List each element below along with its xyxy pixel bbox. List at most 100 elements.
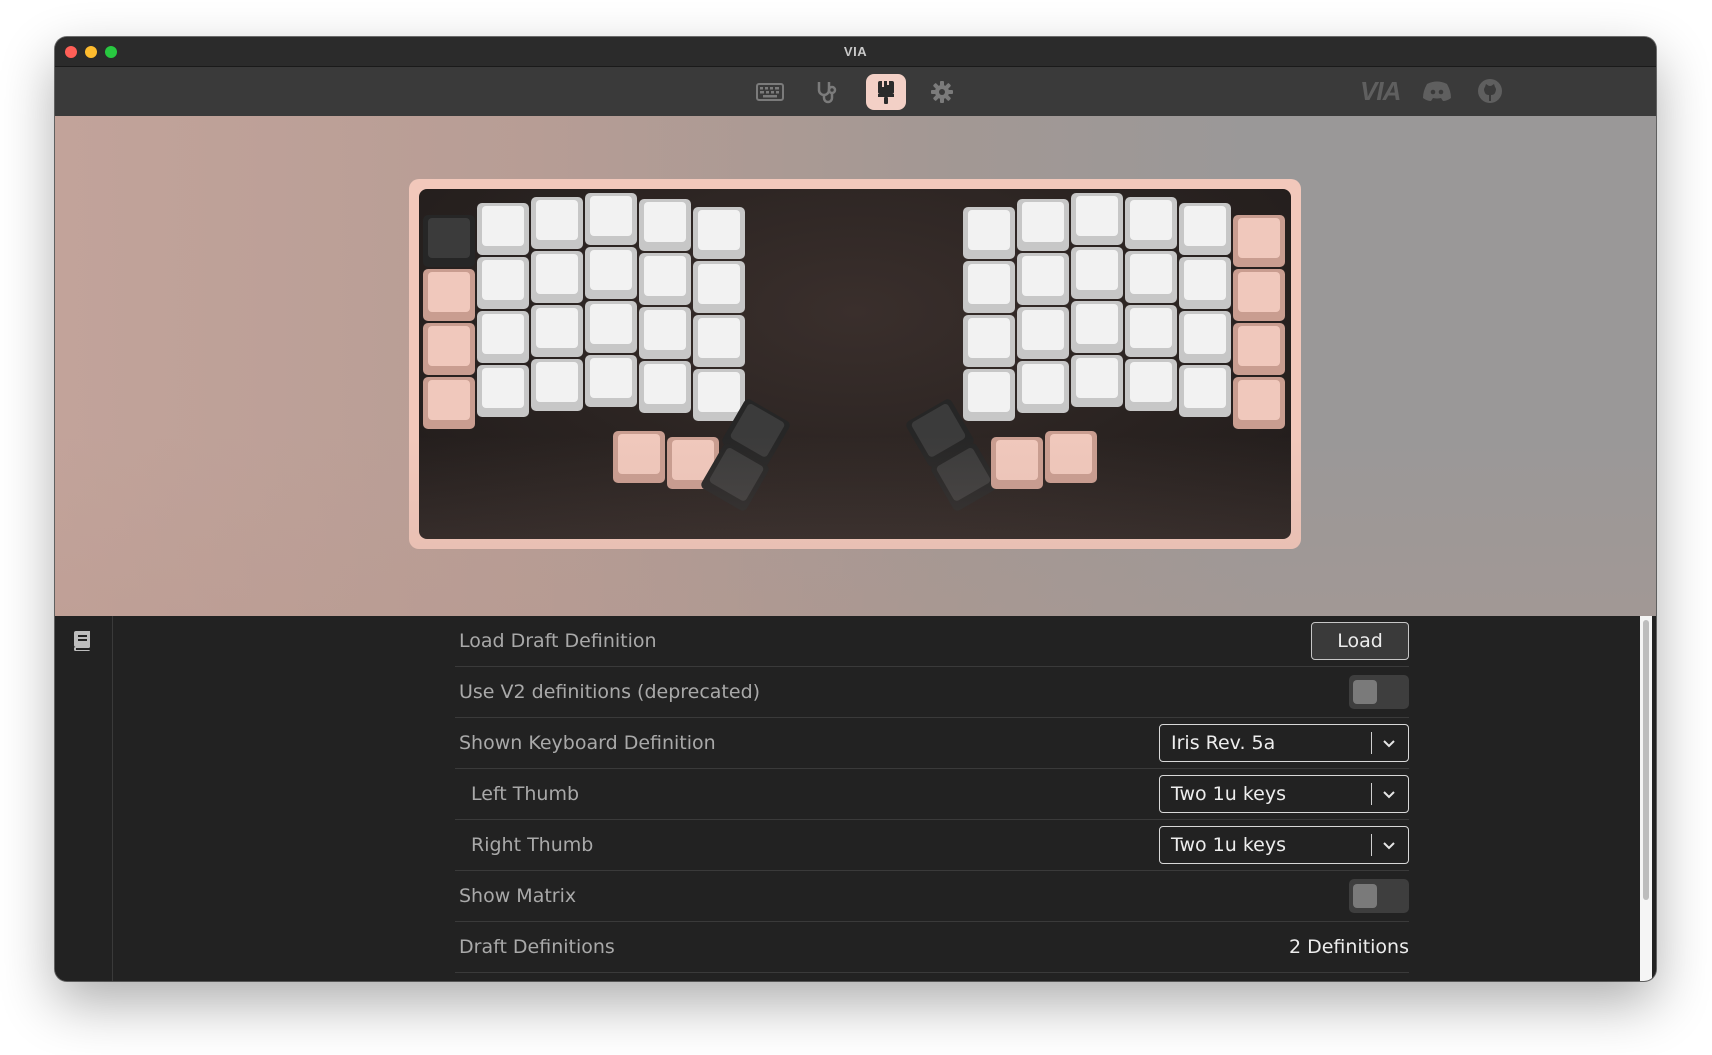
tab-configure[interactable] — [750, 74, 790, 110]
use-v2-toggle[interactable] — [1349, 675, 1409, 709]
load-button[interactable]: Load — [1311, 622, 1409, 660]
keycap-right-thumb[interactable] — [991, 437, 1043, 489]
setting-label: Load Draft Definition — [459, 630, 657, 652]
keycap-right[interactable] — [1017, 361, 1069, 413]
keycap-right[interactable] — [1233, 323, 1285, 375]
keycap-left[interactable] — [585, 193, 637, 245]
select-divider — [1371, 834, 1372, 856]
setting-show-matrix: Show Matrix — [455, 871, 1409, 922]
keycap-right[interactable] — [1125, 197, 1177, 249]
keycap-left[interactable] — [585, 355, 637, 407]
keycap-left-thumb[interactable] — [667, 437, 719, 489]
keyboard-case — [409, 179, 1301, 549]
chevron-down-icon — [1382, 790, 1396, 799]
keycap-left[interactable] — [639, 253, 691, 305]
keycap-left[interactable] — [693, 207, 745, 259]
setting-label: Left Thumb — [471, 783, 580, 805]
toggle-knob — [1353, 884, 1377, 908]
shown-definition-select[interactable]: Iris Rev. 5a — [1159, 724, 1409, 762]
app-window: VIA VIA Load Draft Definition Load Use V… — [55, 37, 1656, 981]
gear-icon — [931, 81, 953, 103]
keycap-right-thumb[interactable] — [1045, 431, 1097, 483]
keycap-left[interactable] — [477, 365, 529, 417]
keycap-right[interactable] — [1071, 355, 1123, 407]
keycap-right[interactable] — [1071, 193, 1123, 245]
keycap-left[interactable] — [477, 257, 529, 309]
keycap-right[interactable] — [1179, 257, 1231, 309]
keycap-left[interactable] — [639, 199, 691, 251]
setting-use-v2: Use V2 definitions (deprecated) — [455, 667, 1409, 718]
chevron-down-icon — [1382, 841, 1396, 850]
keycap-left[interactable] — [531, 305, 583, 357]
keycap-left[interactable] — [639, 307, 691, 359]
keycap-right[interactable] — [963, 369, 1015, 421]
left-thumb-select[interactable]: Two 1u keys — [1159, 775, 1409, 813]
select-divider — [1371, 732, 1372, 754]
via-logo[interactable]: VIA — [1360, 76, 1401, 106]
keycap-left[interactable] — [585, 247, 637, 299]
keycap-right[interactable] — [1125, 359, 1177, 411]
keycap-right-thumb[interactable] — [929, 441, 1001, 513]
keycap-left[interactable] — [423, 269, 475, 321]
keycap-right[interactable] — [1179, 311, 1231, 363]
setting-right-thumb: Right Thumb Two 1u keys — [455, 820, 1409, 871]
keycap-right[interactable] — [1071, 247, 1123, 299]
setting-label: Right Thumb — [471, 834, 594, 856]
right-thumb-select[interactable]: Two 1u keys — [1159, 826, 1409, 864]
show-matrix-toggle[interactable] — [1349, 879, 1409, 913]
keycap-right[interactable] — [1071, 301, 1123, 353]
setting-label: Use V2 definitions (deprecated) — [459, 681, 761, 703]
keycap-right[interactable] — [1179, 203, 1231, 255]
chevron-down-icon — [1382, 739, 1396, 748]
keyboard-icon — [756, 83, 784, 101]
keycap-right[interactable] — [963, 207, 1015, 259]
scrollbar-thumb[interactable] — [1643, 620, 1649, 900]
keycap-right[interactable] — [1017, 307, 1069, 359]
keyboard-plate — [419, 189, 1291, 539]
title-bar: VIA — [55, 37, 1656, 67]
settings-list: Load Draft Definition Load Use V2 defini… — [455, 616, 1409, 973]
keycap-right[interactable] — [1125, 251, 1177, 303]
keycap-right[interactable] — [963, 315, 1015, 367]
keyboard-preview-area — [55, 116, 1656, 616]
book-icon[interactable] — [73, 630, 93, 657]
tab-test[interactable] — [807, 74, 847, 110]
keycap-right[interactable] — [1233, 377, 1285, 429]
toggle-knob — [1353, 680, 1377, 704]
setting-label: Draft Definitions — [459, 936, 615, 958]
keycap-left[interactable] — [531, 197, 583, 249]
select-value: Iris Rev. 5a — [1171, 732, 1276, 754]
setting-load-draft: Load Draft Definition Load — [455, 616, 1409, 667]
keycap-right[interactable] — [1233, 215, 1285, 267]
github-icon[interactable] — [1477, 78, 1503, 109]
keycap-right[interactable] — [1125, 305, 1177, 357]
keycap-left[interactable] — [423, 323, 475, 375]
keycap-left[interactable] — [693, 315, 745, 367]
keycap-left[interactable] — [423, 377, 475, 429]
window-title: VIA — [843, 44, 868, 59]
keycap-left[interactable] — [531, 359, 583, 411]
tab-settings[interactable] — [922, 74, 962, 110]
keycap-left[interactable] — [423, 215, 475, 267]
keycap-left[interactable] — [693, 261, 745, 313]
keycap-right[interactable] — [1017, 199, 1069, 251]
keycap-left[interactable] — [639, 361, 691, 413]
keycap-right[interactable] — [1017, 253, 1069, 305]
keycap-left[interactable] — [585, 301, 637, 353]
discord-icon[interactable] — [1422, 80, 1452, 107]
keycap-left-thumb[interactable] — [699, 441, 771, 513]
keycap-left[interactable] — [477, 311, 529, 363]
setting-shown-definition: Shown Keyboard Definition Iris Rev. 5a — [455, 718, 1409, 769]
tab-design[interactable] — [866, 74, 906, 110]
select-value: Two 1u keys — [1171, 783, 1286, 805]
keycap-left[interactable] — [531, 251, 583, 303]
keycap-left[interactable] — [477, 203, 529, 255]
scrollbar[interactable] — [1640, 616, 1652, 981]
keycap-left-thumb[interactable] — [613, 431, 665, 483]
top-navigation: VIA — [55, 67, 1656, 116]
settings-sidebar — [55, 616, 113, 981]
keycap-right[interactable] — [1233, 269, 1285, 321]
keycap-right[interactable] — [963, 261, 1015, 313]
keycap-right[interactable] — [1179, 365, 1231, 417]
stethoscope-icon — [817, 82, 837, 104]
